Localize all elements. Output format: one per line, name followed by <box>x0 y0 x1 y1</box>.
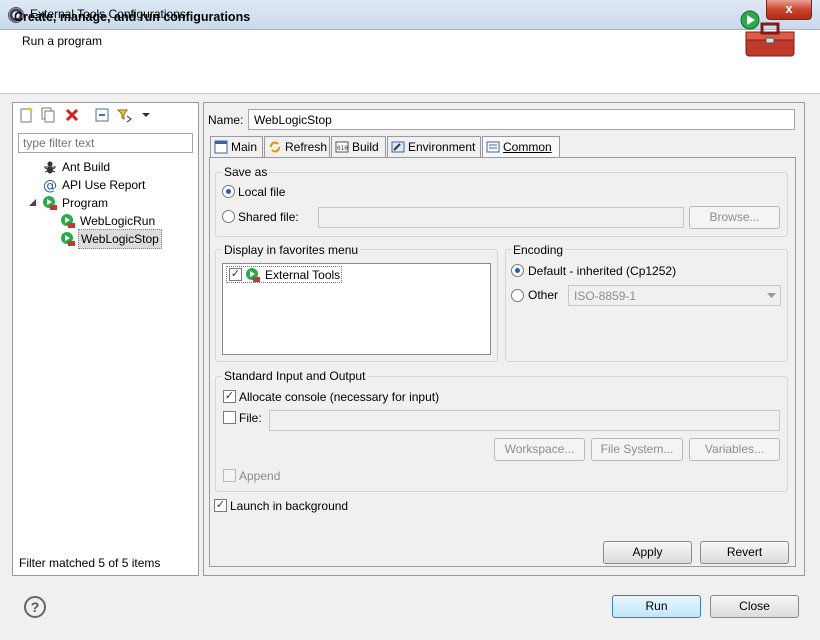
tree-item-label: API Use Report <box>62 178 146 192</box>
tab-common[interactable]: Common <box>482 136 560 158</box>
save-as-title: Save as <box>222 165 270 179</box>
tree-item-label: WebLogicStop <box>78 229 162 249</box>
tree-item-label: WebLogicRun <box>80 214 156 228</box>
output-file-label: File: <box>239 411 262 425</box>
tab-refresh[interactable]: Refresh <box>264 136 330 158</box>
program-icon <box>246 268 260 282</box>
new-config-icon[interactable] <box>18 107 34 123</box>
default-encoding-radio[interactable] <box>511 264 524 277</box>
common-icon <box>486 141 500 153</box>
shared-file-label: Shared file: <box>238 210 299 224</box>
close-button[interactable]: Close <box>710 595 799 618</box>
program-icon <box>61 214 75 228</box>
toolbox-run-icon <box>740 10 795 57</box>
local-file-radio[interactable] <box>222 185 235 198</box>
main-tab-icon <box>214 140 228 154</box>
svg-text:@: @ <box>43 178 57 193</box>
variables-button: Variables... <box>689 438 780 461</box>
delete-icon[interactable] <box>64 107 80 123</box>
favorites-item-label: External Tools <box>265 268 341 282</box>
output-file-checkbox[interactable] <box>223 411 236 424</box>
favorites-item-external-tools[interactable]: ✓ External Tools <box>226 266 342 283</box>
encoding-title: Encoding <box>511 243 566 257</box>
svg-text:010: 010 <box>337 145 348 152</box>
shared-file-radio[interactable] <box>222 210 235 223</box>
chevron-down-icon <box>767 293 776 298</box>
ant-icon <box>44 161 56 174</box>
tab-label: Main <box>231 140 258 154</box>
name-input[interactable] <box>248 109 795 130</box>
filter-icon[interactable] <box>116 107 132 123</box>
tab-label: Build <box>352 140 379 154</box>
revert-button[interactable]: Revert <box>700 541 789 564</box>
tab-build[interactable]: 010 Build <box>331 136 386 158</box>
filter-input[interactable] <box>18 133 193 153</box>
tab-environment[interactable]: Environment <box>387 136 481 158</box>
banner-subtitle: Run a program <box>22 34 103 48</box>
tab-label: Common <box>503 140 552 154</box>
external-tools-checkbox[interactable]: ✓ <box>229 268 242 281</box>
filter-status: Filter matched 5 of 5 items <box>19 556 161 570</box>
browse-button: Browse... <box>689 206 780 229</box>
default-encoding-label: Default - inherited (Cp1252) <box>528 264 677 278</box>
at-icon: @ <box>43 178 57 193</box>
tab-main[interactable]: Main <box>210 136 263 158</box>
encoding-select-value: ISO-8859-1 <box>574 289 637 303</box>
workspace-button: Workspace... <box>494 438 585 461</box>
tree-item-label: Program <box>62 196 109 210</box>
environment-icon <box>391 141 405 153</box>
header-banner <box>0 30 820 94</box>
allocate-console-checkbox[interactable]: ✓ <box>223 390 236 403</box>
dropdown-arrow-icon[interactable] <box>138 107 154 123</box>
run-button[interactable]: Run <box>612 595 701 618</box>
duplicate-icon[interactable] <box>40 107 56 123</box>
append-checkbox <box>223 469 236 482</box>
shared-file-field <box>318 207 684 228</box>
file-system-button: File System... <box>591 438 683 461</box>
tab-label: Environment <box>408 140 476 154</box>
append-label: Append <box>239 469 281 483</box>
launch-background-checkbox[interactable]: ✓ <box>214 499 227 512</box>
other-encoding-label: Other <box>528 288 559 302</box>
allocate-console-label: Allocate console (necessary for input) <box>239 390 440 404</box>
output-file-field <box>269 410 780 431</box>
help-icon[interactable]: ? <box>24 596 46 618</box>
name-label: Name: <box>208 113 244 127</box>
apply-button[interactable]: Apply <box>603 541 692 564</box>
tab-label: Refresh <box>285 140 328 154</box>
launch-background-label: Launch in background <box>230 499 349 513</box>
refresh-icon <box>270 141 280 153</box>
program-icon <box>43 196 57 210</box>
expanded-arrow-icon[interactable] <box>28 195 38 211</box>
build-icon: 010 <box>335 141 349 153</box>
tree-item-label: Ant Build <box>62 160 111 174</box>
local-file-label: Local file <box>238 185 286 199</box>
collapse-all-icon[interactable] <box>94 107 110 123</box>
std-io-title: Standard Input and Output <box>222 369 368 383</box>
banner-title: Create, manage, and run configurations <box>14 10 251 24</box>
favorites-title: Display in favorites menu <box>222 243 361 257</box>
other-encoding-radio[interactable] <box>511 289 524 302</box>
encoding-select: ISO-8859-1 <box>568 285 781 306</box>
program-icon <box>61 232 75 246</box>
